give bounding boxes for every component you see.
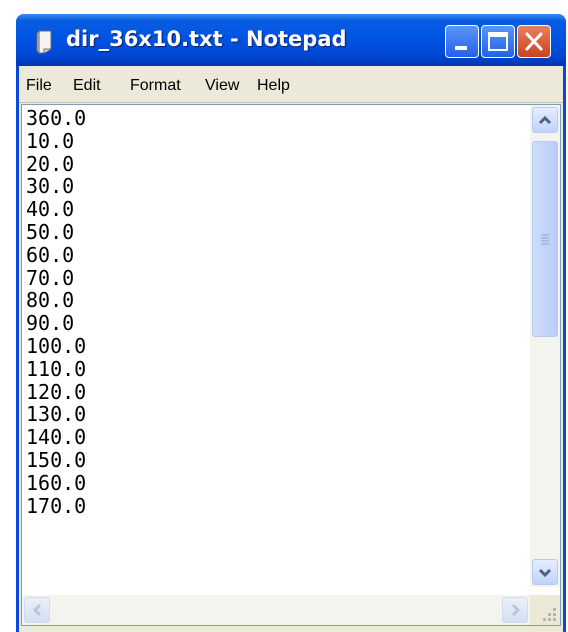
maximize-icon: [488, 32, 508, 51]
document-text[interactable]: 360.0 10.0 20.0 30.0 40.0 50.0 60.0 70.0…: [26, 107, 526, 587]
close-button[interactable]: [517, 25, 551, 58]
close-icon: [525, 32, 543, 51]
vertical-scroll-thumb[interactable]: [532, 141, 558, 337]
size-grip[interactable]: [530, 595, 560, 625]
resize-grip-icon: [543, 608, 556, 621]
scroll-up-button[interactable]: [532, 107, 558, 133]
scroll-left-button[interactable]: [24, 597, 50, 623]
minimize-button[interactable]: [445, 25, 479, 58]
arrow-right-icon: [511, 603, 521, 617]
menu-file[interactable]: File: [26, 77, 52, 95]
menu-bar: File Edit Format View Help: [19, 66, 563, 103]
arrow-down-icon: [538, 568, 552, 578]
arrow-up-icon: [538, 115, 552, 125]
client-area: File Edit Format View Help 360.0 10.0 20…: [19, 66, 563, 632]
menu-view[interactable]: View: [205, 77, 239, 95]
menu-format[interactable]: Format: [130, 77, 181, 95]
menu-edit[interactable]: Edit: [73, 77, 101, 95]
grip-lines-icon: [541, 234, 549, 245]
window-title: dir_36x10.txt - Notepad: [66, 27, 347, 51]
maximize-button[interactable]: [481, 25, 515, 58]
scroll-down-button[interactable]: [532, 559, 558, 585]
arrow-left-icon: [32, 603, 42, 617]
notepad-window: dir_36x10.txt - Notepad File Edit Format…: [16, 14, 566, 632]
scroll-right-button[interactable]: [502, 597, 528, 623]
horizontal-scrollbar[interactable]: [22, 595, 530, 625]
notepad-icon[interactable]: [34, 29, 56, 55]
minimize-icon: [455, 46, 467, 50]
title-bar[interactable]: dir_36x10.txt - Notepad: [16, 14, 566, 66]
menu-help[interactable]: Help: [257, 77, 290, 95]
vertical-scrollbar[interactable]: [530, 105, 560, 587]
text-editor[interactable]: 360.0 10.0 20.0 30.0 40.0 50.0 60.0 70.0…: [21, 104, 561, 626]
